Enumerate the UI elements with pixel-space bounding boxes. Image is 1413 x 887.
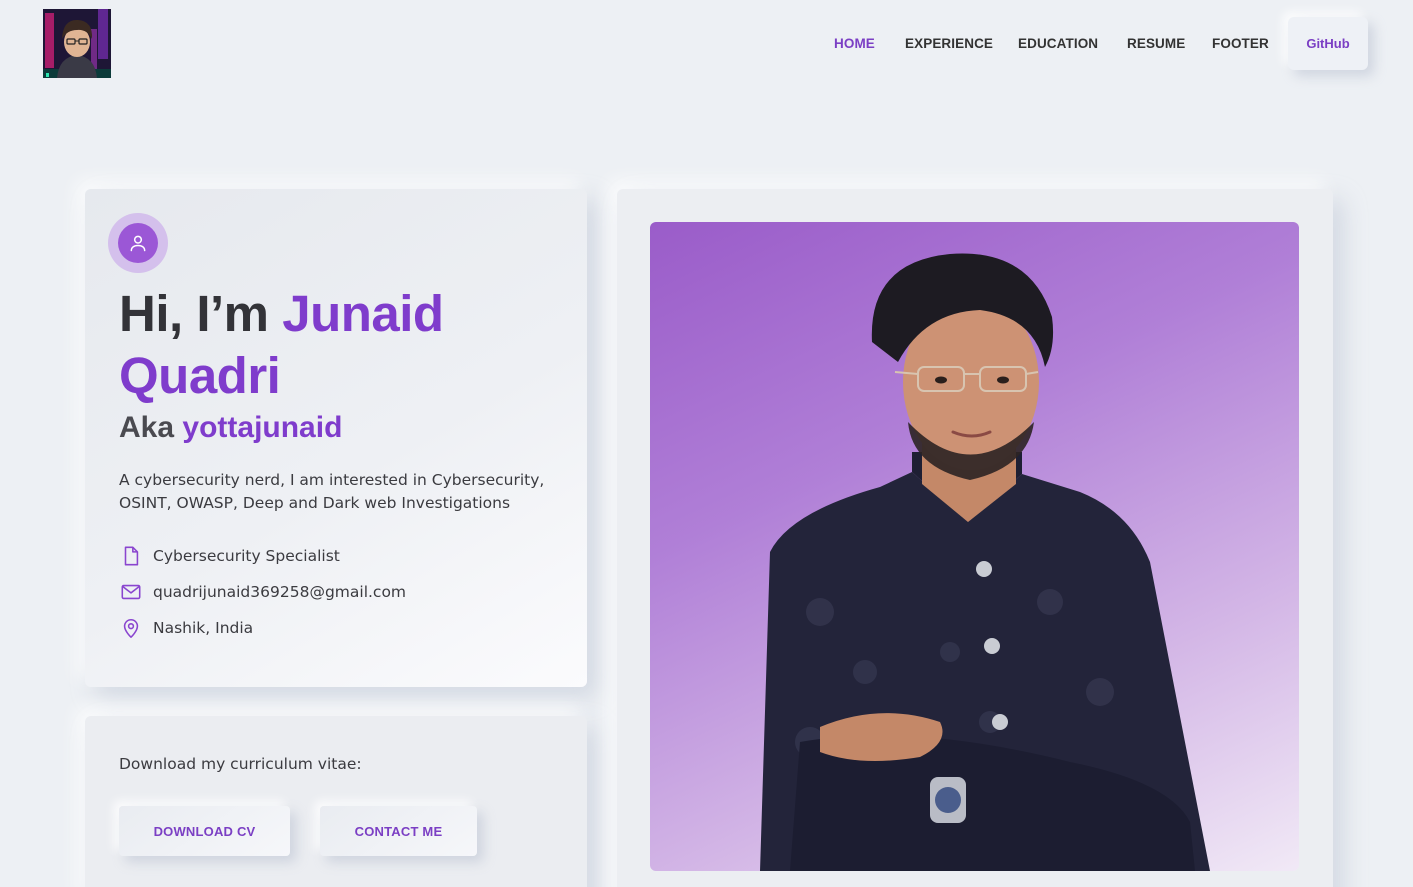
bio-text: A cybersecurity nerd, I am interested in… bbox=[119, 471, 545, 512]
site-logo[interactable] bbox=[43, 9, 111, 78]
avatar-illustration bbox=[43, 9, 111, 78]
portfolio-page: HOME EXPERIENCE EDUCATION RESUME FOOTER … bbox=[0, 0, 1413, 887]
profile-badge bbox=[108, 213, 168, 273]
info-email-text[interactable]: quadrijunaid369258@gmail.com bbox=[153, 583, 406, 601]
nav-link-footer[interactable]: FOOTER bbox=[1212, 36, 1269, 51]
portrait-illustration bbox=[760, 253, 1210, 871]
nav-link-home[interactable]: HOME bbox=[834, 36, 875, 51]
alias-name: yottajunaid bbox=[182, 411, 343, 444]
info-email[interactable]: quadrijunaid369258@gmail.com bbox=[119, 580, 406, 604]
nav-link-resume[interactable]: RESUME bbox=[1127, 36, 1185, 51]
photo-card bbox=[617, 189, 1333, 887]
document-icon bbox=[119, 544, 143, 568]
cv-label: Download my curriculum vitae: bbox=[119, 755, 362, 773]
hero-heading: Hi, I’m Junaid Quadri bbox=[119, 283, 579, 407]
info-location: Nashik, India bbox=[119, 616, 253, 640]
profile-photo bbox=[650, 222, 1299, 871]
location-pin-icon bbox=[119, 616, 143, 640]
info-role-text: Cybersecurity Specialist bbox=[153, 547, 340, 565]
user-icon bbox=[118, 223, 158, 263]
last-name: Quadri bbox=[119, 347, 281, 404]
first-name: Junaid bbox=[282, 285, 444, 342]
intro-card: Hi, I’m Junaid Quadri Aka yottajunaid A … bbox=[85, 189, 587, 687]
nav-link-education[interactable]: EDUCATION bbox=[1018, 36, 1098, 51]
nav-link-experience[interactable]: EXPERIENCE bbox=[905, 36, 993, 51]
info-location-text: Nashik, India bbox=[153, 619, 254, 637]
contact-me-button[interactable]: CONTACT ME bbox=[320, 806, 477, 856]
download-cv-button[interactable]: DOWNLOAD CV bbox=[119, 806, 290, 856]
github-button[interactable]: GitHub bbox=[1288, 17, 1368, 70]
cv-card: Download my curriculum vitae: DOWNLOAD C… bbox=[85, 716, 587, 887]
mail-icon bbox=[119, 580, 143, 604]
aka-prefix: Aka bbox=[119, 411, 175, 444]
alias-heading: Aka yottajunaid bbox=[119, 411, 342, 445]
info-role: Cybersecurity Specialist bbox=[119, 544, 340, 568]
greeting-text: Hi, I’m bbox=[119, 285, 269, 342]
